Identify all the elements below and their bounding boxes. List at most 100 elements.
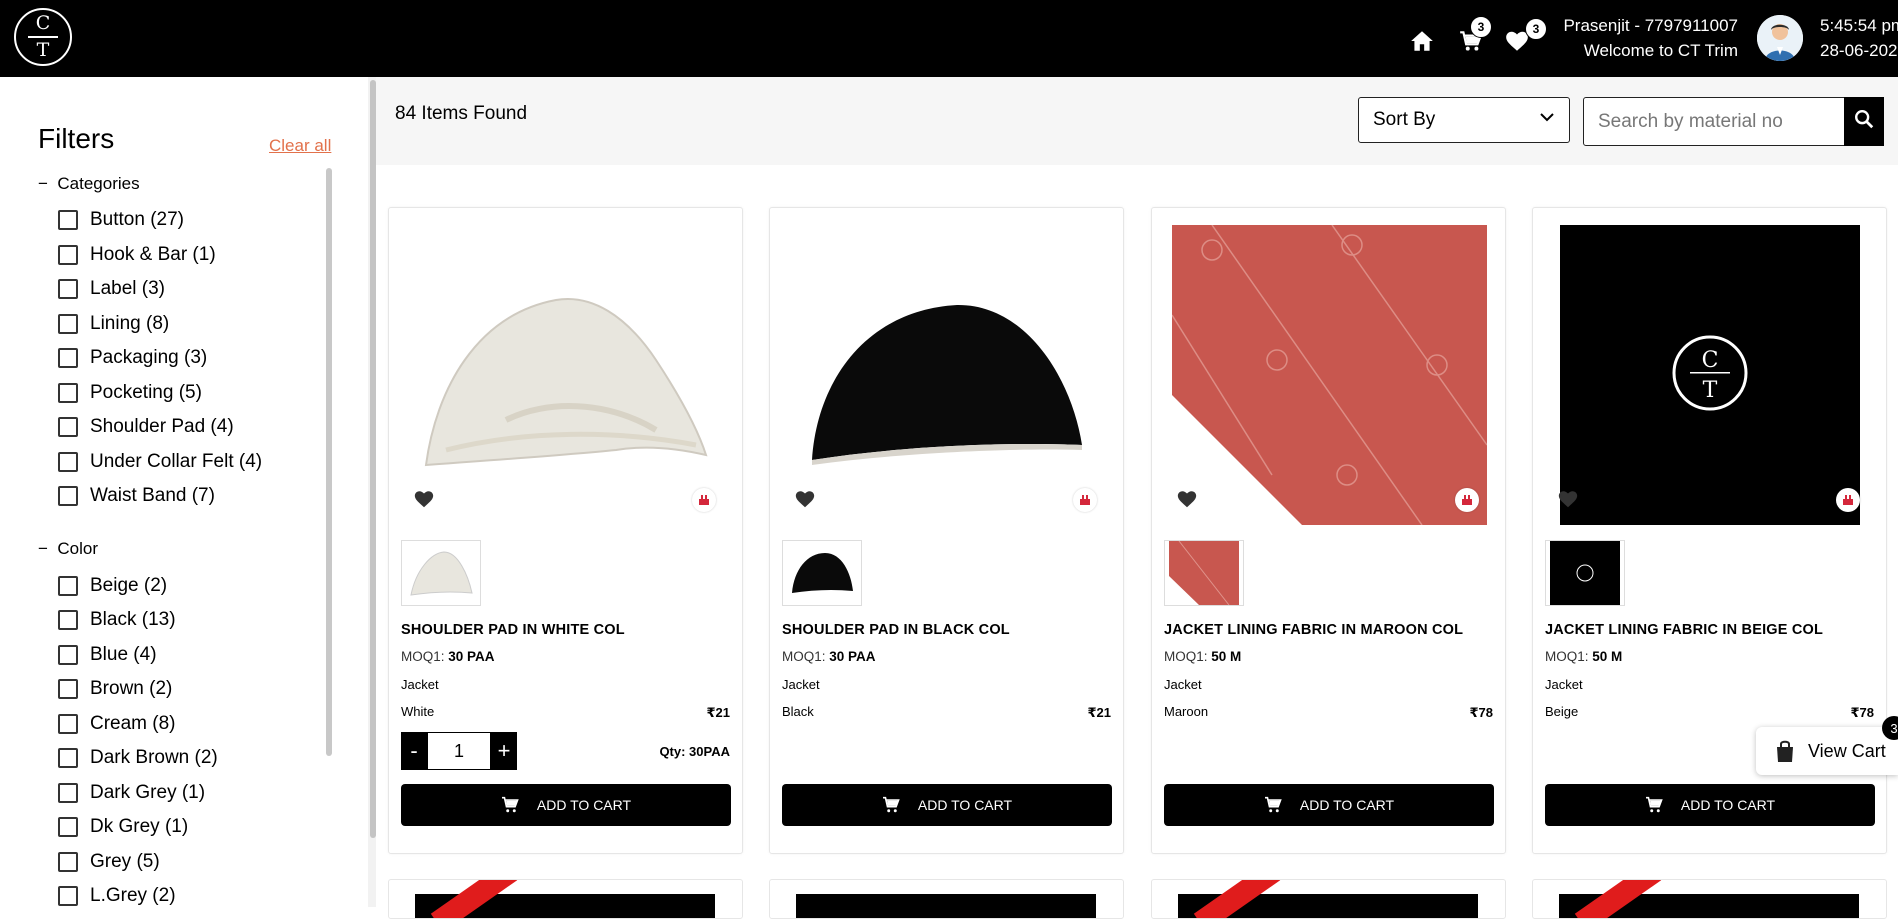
categories-group-toggle[interactable]: − Categories — [38, 174, 140, 194]
filter-color-cream[interactable]: Cream (8) — [58, 712, 176, 736]
filters-scrollbar[interactable] — [326, 168, 332, 756]
brand-logo[interactable]: C T — [14, 8, 72, 66]
color-label: Color — [57, 539, 98, 558]
product-thumbnail[interactable] — [1164, 540, 1244, 606]
product-image[interactable]: C T — [1545, 220, 1875, 530]
product-color: Maroon — [1164, 704, 1209, 719]
checkbox[interactable] — [58, 417, 78, 437]
product-image[interactable] — [782, 220, 1112, 530]
filter-category-label[interactable]: Label (3) — [58, 277, 165, 301]
filter-color-blue[interactable]: Blue (4) — [58, 643, 157, 667]
product-price: ₹78 — [1850, 705, 1874, 720]
product-card[interactable]: JACKET LINING FABRIC IN MAROON COL MOQ1:… — [1151, 207, 1506, 854]
checkbox[interactable] — [58, 645, 78, 665]
brand-badge-icon — [692, 488, 716, 512]
filter-label: Blue (4) — [90, 644, 157, 665]
filter-category-under-collar-felt[interactable]: Under Collar Felt (4) — [58, 450, 262, 474]
checkbox[interactable] — [58, 486, 78, 506]
checkbox[interactable] — [58, 817, 78, 837]
checkbox[interactable] — [58, 452, 78, 472]
checkbox[interactable] — [58, 783, 78, 803]
product-card[interactable] — [388, 879, 743, 919]
filter-category-waist-band[interactable]: Waist Band (7) — [58, 484, 215, 508]
product-card[interactable]: SHOULDER PAD IN BLACK COL MOQ1: 30 PAA J… — [769, 207, 1124, 854]
checkbox[interactable] — [58, 314, 78, 334]
filter-category-packaging[interactable]: Packaging (3) — [58, 346, 207, 370]
checkbox[interactable] — [58, 852, 78, 872]
filter-color-beige[interactable]: Beige (2) — [58, 574, 167, 598]
checkbox[interactable] — [58, 714, 78, 734]
checkbox[interactable] — [58, 679, 78, 699]
product-color: Beige — [1545, 704, 1579, 719]
checkbox[interactable] — [58, 748, 78, 768]
filter-label: Black (13) — [90, 609, 176, 630]
product-thumbnail[interactable] — [782, 540, 862, 606]
add-to-cart-label: ADD TO CART — [917, 797, 1013, 813]
wishlist-heart-icon[interactable] — [794, 488, 818, 512]
search-input[interactable]: Search by material no — [1583, 97, 1845, 146]
product-card[interactable] — [1151, 879, 1506, 919]
filter-color-dark-brown[interactable]: Dark Brown (2) — [58, 746, 218, 770]
filter-label: Under Collar Felt (4) — [90, 451, 263, 472]
product-thumbnail[interactable] — [401, 540, 481, 606]
add-to-cart-button[interactable]: ADD TO CART — [782, 784, 1112, 826]
checkbox[interactable] — [58, 576, 78, 596]
product-moq: MOQ1: 50 M — [1164, 649, 1241, 664]
quantity-stepper: - 1 + — [401, 732, 517, 770]
filter-color-grey[interactable]: Grey (5) — [58, 850, 160, 874]
quantity-input[interactable]: 1 — [427, 732, 491, 770]
product-card[interactable]: SHOULDER PAD IN WHITE COL MOQ1: 30 PAA J… — [388, 207, 743, 854]
product-card[interactable] — [1532, 879, 1887, 919]
logo-letter-c: C — [35, 12, 51, 35]
product-category: Jacket — [782, 677, 820, 692]
filter-category-hook-bar[interactable]: Hook & Bar (1) — [58, 243, 216, 267]
decrement-button[interactable]: - — [401, 732, 427, 770]
product-image[interactable] — [401, 220, 731, 530]
filter-category-button[interactable]: Button (27) — [58, 208, 184, 232]
sort-by-select[interactable]: Sort By — [1358, 97, 1570, 143]
product-thumbnail[interactable] — [1545, 540, 1625, 606]
filter-color-dk-grey[interactable]: Dk Grey (1) — [58, 815, 188, 839]
product-moq: MOQ1: 30 PAA — [782, 649, 876, 664]
filter-label: Cream (8) — [90, 713, 176, 734]
filter-category-pocketing[interactable]: Pocketing (5) — [58, 381, 202, 405]
filter-color-brown[interactable]: Brown (2) — [58, 677, 172, 701]
search-button[interactable] — [1844, 97, 1884, 146]
wishlist-heart-icon[interactable] — [1176, 488, 1200, 512]
wishlist-heart-icon[interactable] — [413, 488, 437, 512]
checkbox[interactable] — [58, 210, 78, 230]
checkbox[interactable] — [58, 245, 78, 265]
product-color: White — [401, 704, 435, 719]
home-icon[interactable] — [1409, 28, 1435, 54]
product-image[interactable] — [1164, 220, 1494, 530]
svg-text:C: C — [1702, 348, 1719, 373]
checkbox[interactable] — [58, 383, 78, 403]
product-title[interactable]: JACKET LINING FABRIC IN BEIGE COL — [1545, 622, 1823, 638]
moq-value: 30 PAA — [829, 649, 876, 664]
increment-button[interactable]: + — [491, 732, 517, 770]
filter-color-l-grey[interactable]: L.Grey (2) — [58, 884, 176, 908]
filter-category-lining[interactable]: Lining (8) — [58, 312, 169, 336]
filter-color-dark-grey[interactable]: Dark Grey (1) — [58, 781, 205, 805]
cart-count-badge: 3 — [1470, 16, 1492, 38]
checkbox[interactable] — [58, 348, 78, 368]
checkbox[interactable] — [58, 279, 78, 299]
wishlist-heart-icon[interactable] — [1557, 488, 1581, 512]
product-title[interactable]: JACKET LINING FABRIC IN MAROON COL — [1164, 622, 1463, 638]
clear-all-link[interactable]: Clear all — [269, 136, 331, 156]
add-to-cart-button[interactable]: ADD TO CART — [401, 784, 731, 826]
color-group-toggle[interactable]: − Color — [38, 539, 98, 559]
view-cart-button[interactable]: View Cart — [1756, 727, 1898, 775]
filter-label: Dark Brown (2) — [90, 747, 218, 768]
filter-color-black[interactable]: Black (13) — [58, 608, 176, 632]
product-title[interactable]: SHOULDER PAD IN WHITE COL — [401, 622, 625, 638]
categories-label: Categories — [57, 174, 140, 193]
checkbox[interactable] — [58, 886, 78, 906]
user-avatar[interactable] — [1757, 15, 1803, 61]
add-to-cart-button[interactable]: ADD TO CART — [1545, 784, 1875, 826]
add-to-cart-button[interactable]: ADD TO CART — [1164, 784, 1494, 826]
filter-category-shoulder-pad[interactable]: Shoulder Pad (4) — [58, 415, 234, 439]
product-card[interactable] — [769, 879, 1124, 919]
product-title[interactable]: SHOULDER PAD IN BLACK COL — [782, 622, 1010, 638]
checkbox[interactable] — [58, 610, 78, 630]
